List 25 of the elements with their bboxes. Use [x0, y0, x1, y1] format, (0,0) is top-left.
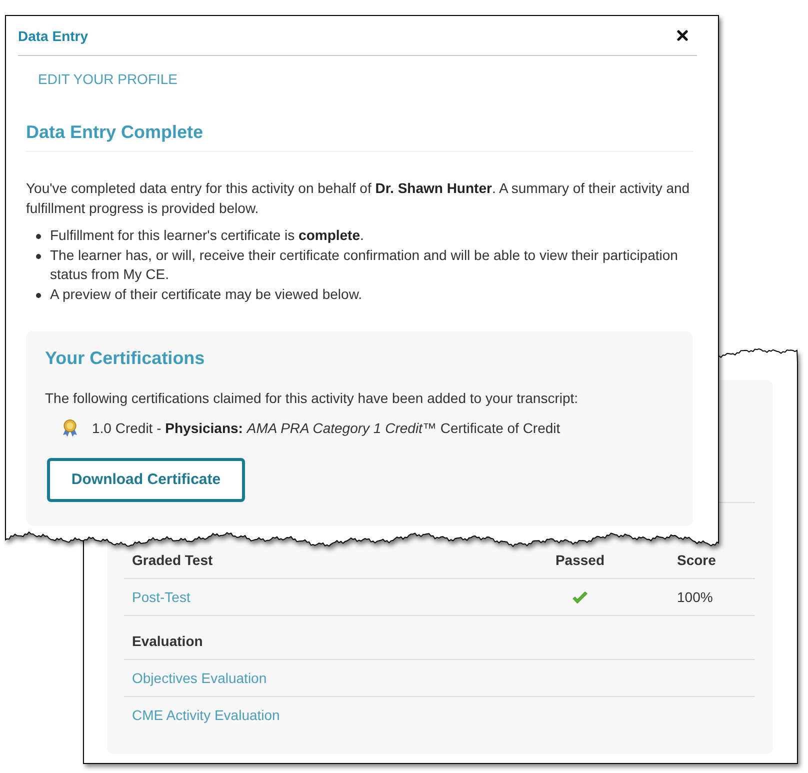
evaluation-link[interactable]: CME Activity Evaluation	[132, 707, 280, 723]
close-button[interactable]	[677, 30, 688, 41]
evaluation-link[interactable]: Objectives Evaluation	[132, 670, 267, 686]
list-item-text: The learner has, or will, receive their certificate confirmation and will be able to view their participation status from My CE.	[50, 246, 679, 284]
bullet-icon	[36, 254, 41, 259]
section-heading: Evaluation	[132, 633, 203, 649]
close-icon	[677, 30, 688, 41]
card-description: The following certifications claimed for this activity have been added to your transcript:	[45, 388, 580, 408]
award-ribbon-icon	[62, 418, 78, 437]
bullet-icon	[36, 234, 41, 240]
bullet-icon	[36, 292, 41, 298]
edit-profile-link[interactable]: EDIT YOUR PROFILE	[38, 71, 178, 87]
dialog-title: Data Entry	[18, 28, 88, 44]
column-header: Passed	[554, 552, 606, 568]
certification-text: 1.0 Credit - Physicians: AMA PRA Category 1 Credit™ Certificate of Credit	[92, 418, 560, 438]
download-certificate-button[interactable]: Download Certificate	[47, 458, 245, 502]
column-header: Graded Test	[131, 552, 214, 568]
card-title: Your Certifications	[45, 346, 206, 369]
column-header: Score	[676, 552, 717, 568]
list-item-text: Fulfillment for this learner's certificate is complete.	[50, 226, 365, 246]
score-text: 100%	[677, 589, 713, 605]
list-item-text: A preview of their certificate may be viewed below.	[50, 284, 364, 304]
test-link[interactable]: Post-Test	[132, 589, 190, 605]
section-heading: Data Entry Complete	[26, 121, 204, 143]
intro-paragraph: You've completed data entry for this activity on behalf of Dr. Shawn Hunter. A summary of their activity and fulfillment progress is provided below.	[26, 179, 691, 218]
